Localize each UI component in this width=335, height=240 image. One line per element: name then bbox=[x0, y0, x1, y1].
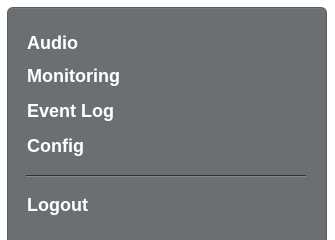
menu-item-logout[interactable]: Logout bbox=[27, 192, 88, 218]
menu-item-event-log[interactable]: Event Log bbox=[27, 98, 114, 124]
menu-item-monitoring[interactable]: Monitoring bbox=[27, 63, 120, 89]
menu-divider bbox=[26, 175, 306, 177]
menu-item-audio[interactable]: Audio bbox=[27, 30, 78, 56]
menu-item-config[interactable]: Config bbox=[27, 133, 84, 159]
dropdown-menu: Audio Monitoring Event Log Config Logout bbox=[7, 7, 327, 240]
